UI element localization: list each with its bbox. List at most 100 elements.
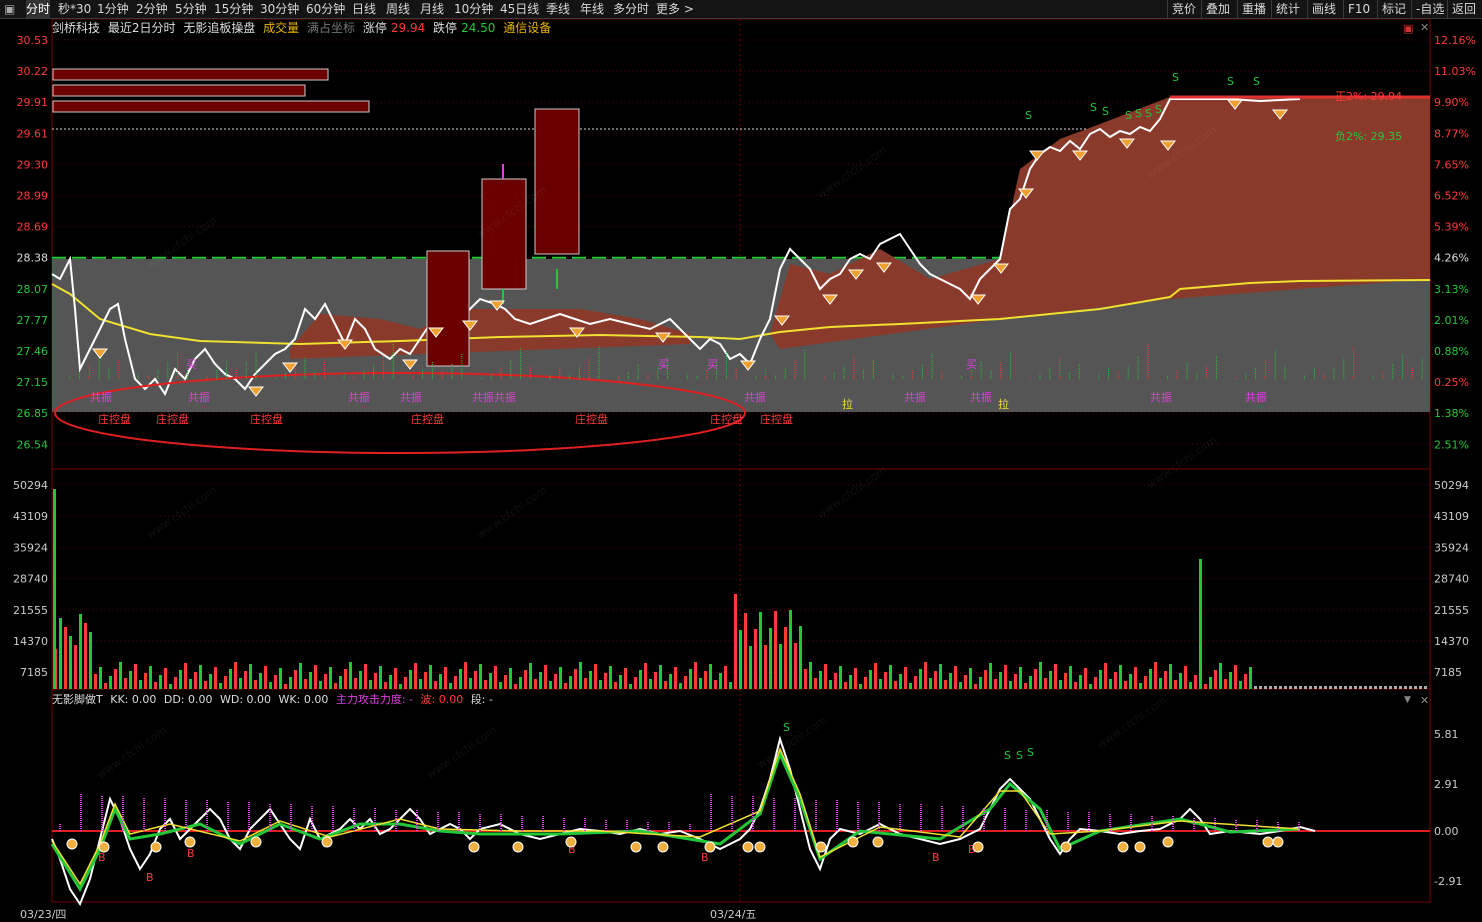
toolbar-item-12[interactable]: 45日线 [500,0,539,18]
volume-bar [244,671,247,689]
mai-label: 买 [707,358,718,371]
volume-axis-label: 7185 [20,666,48,679]
gongzhen-label: 共振 [348,390,370,404]
volume-bar [1379,686,1382,689]
volume-bar [254,680,257,689]
toolbar-item-2[interactable]: 1分钟 [97,0,129,18]
toolbar-item-9[interactable]: 周线 [386,0,410,18]
date-label-day1: 03/23/四 [20,908,66,921]
volume-bar [704,671,707,689]
hand-marker-icon [321,836,333,848]
volume-bar [109,676,112,689]
volume-bar [1134,667,1137,689]
volume-bar [1284,686,1287,689]
volume-bar [724,666,727,689]
volume-bar [594,664,597,689]
volume-bar [1029,676,1032,689]
volume-bar [1419,686,1422,689]
toolbar-item-4[interactable]: 5分钟 [175,0,207,18]
toolbar-item-5[interactable]: 15分钟 [214,0,253,18]
toolbar-right-item-3[interactable]: 统计 [1271,0,1304,18]
toolbar-item-15[interactable]: 多分时 [613,0,649,18]
toolbar-right-item-7[interactable]: -自选 [1411,0,1448,18]
toolbar-item-7[interactable]: 60分钟 [306,0,345,18]
volume-axis-label: 21555 [13,604,48,617]
volume-bar [1199,559,1202,689]
toolbar-right-item-1[interactable]: 叠加 [1201,0,1234,18]
toolbar-right-item-4[interactable]: 画线 [1307,0,1340,18]
toolbar-item-3[interactable]: 2分钟 [136,0,168,18]
hand-marker-icon [815,841,827,853]
volume-bar [854,668,857,689]
volume-bar [1414,686,1417,689]
hand-marker-icon [704,841,716,853]
volume-bar [299,663,302,689]
volume-bar [1049,671,1052,689]
volume-bar [1299,686,1302,689]
volume-bar [1114,672,1117,689]
volume-bar [469,678,472,689]
volume-bar [519,677,522,689]
toolbar-right-item-5[interactable]: F10 [1343,0,1374,18]
price-axis-label: 28.07 [17,283,49,296]
volume-bar [599,680,602,689]
pct-axis-label: 12.16% [1434,34,1476,47]
volume-axis-label-right: 50294 [1434,479,1469,492]
volume-axis-label-right: 21555 [1434,604,1469,617]
watermark: www.cfchi.com [94,724,169,782]
toolbar-item-6[interactable]: 30分钟 [260,0,299,18]
volume-bar [619,675,622,689]
hand-marker-icon [1272,836,1284,848]
indicator-axis-label: 0.00 [1434,825,1459,838]
volume-bar [204,681,207,689]
toolbar-right-item-6[interactable]: 标记 [1377,0,1410,18]
toolbar-item-0[interactable]: 分时 [26,0,51,18]
volume-bar [389,675,392,689]
volume-bar [1424,686,1427,689]
toolbar-item-11[interactable]: 10分钟 [454,0,493,18]
toolbar-item-13[interactable]: 季线 [546,0,570,18]
volume-bar [249,664,252,689]
toolbar-right-item-0[interactable]: 竞价 [1167,0,1200,18]
volume-bar [584,678,587,689]
volume-bar [514,684,517,689]
volume-bar [429,665,432,689]
volume-bar [804,669,807,689]
toolbar-right-item-2[interactable]: 重播 [1237,0,1270,18]
volume-bar [679,683,682,689]
volume-axis-label-right: 14370 [1434,635,1469,648]
volume-bar [1354,686,1357,689]
volume-bar [1109,679,1112,689]
volume-bar [479,664,482,689]
volume-bar [1234,665,1237,689]
volume-bar [324,674,327,689]
toolbar-item-16[interactable]: 更多 > [656,0,694,18]
volume-bar [1264,686,1267,689]
volume-bar [354,678,357,689]
toolbar-item-10[interactable]: 月线 [420,0,444,18]
volume-bar [904,667,907,689]
pct-axis-label: 2.51% [1434,438,1469,451]
zhuangkong-label: 庄控盘 [575,412,608,426]
volume-bar [669,674,672,689]
price-axis-label: 28.99 [17,190,49,203]
hand-marker-icon [1262,836,1274,848]
pct-axis-label: 7.65% [1434,158,1469,171]
s-mark: S [1172,71,1179,84]
volume-bar [659,665,662,689]
toolbar-item-8[interactable]: 日线 [352,0,376,18]
volume-bar [959,682,962,689]
volume-bar [449,683,452,689]
volume-bar [454,676,457,689]
toolbar-item-14[interactable]: 年线 [580,0,604,18]
pct-axis-label: 11.03% [1434,65,1476,78]
toolbar-right-item-8[interactable]: 返回 [1447,0,1480,18]
toolbar-item-1[interactable]: 秒*30 [58,0,91,18]
volume-bar [294,670,297,689]
volume-bar [104,683,107,689]
indicator-yellow-line [51,746,1301,886]
watermark: www.cfchi.com [754,714,829,772]
window-menu-icon[interactable]: ▣ [4,0,15,18]
intraday-chart[interactable]: 30.53 12.16% 30.22 11.03% 29.91 9.90% 29.61 8.7… [0,19,1482,922]
s-mark: S [1227,75,1234,88]
